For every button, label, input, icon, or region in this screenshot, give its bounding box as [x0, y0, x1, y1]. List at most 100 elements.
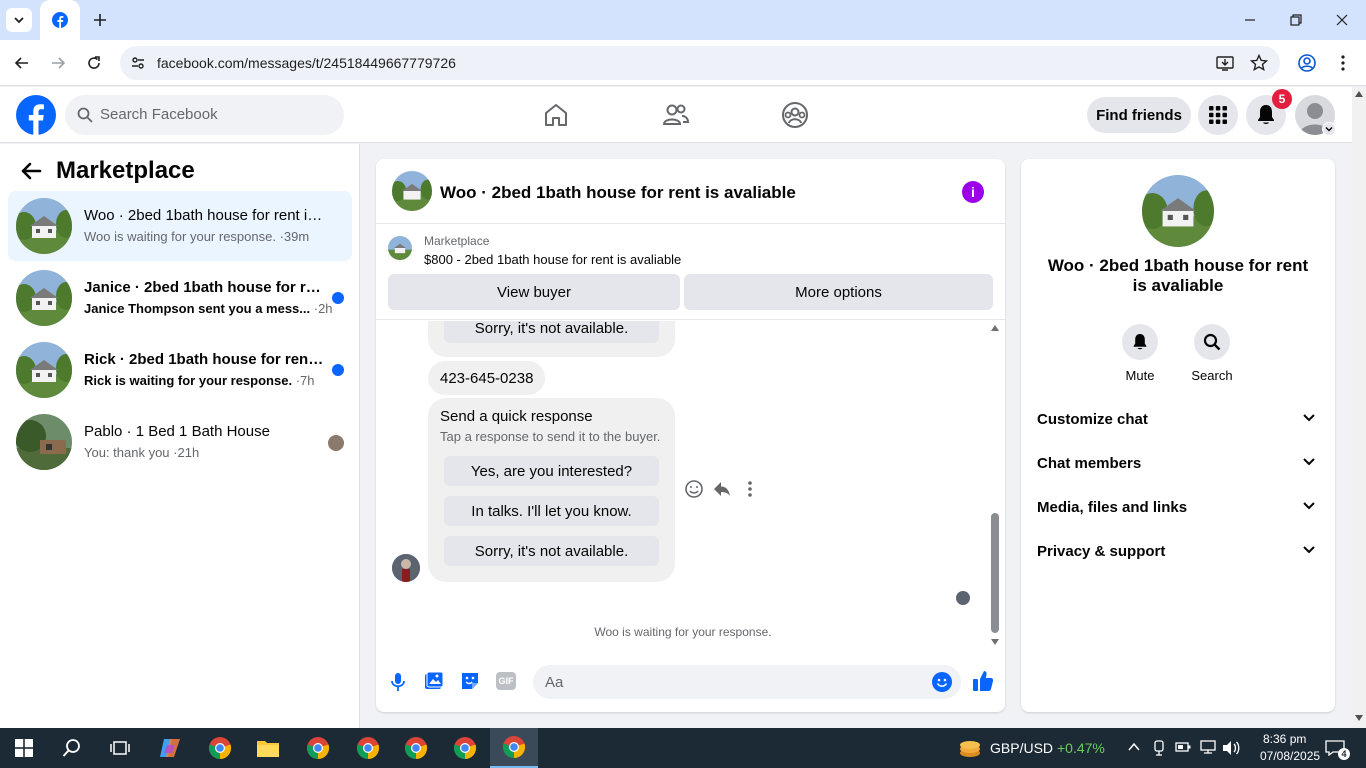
groups-icon: [782, 102, 808, 128]
gif-icon[interactable]: GIF: [496, 672, 516, 690]
site-settings-icon[interactable]: [130, 55, 146, 71]
scroll-up-icon[interactable]: [991, 325, 999, 331]
back-button[interactable]: [8, 49, 36, 77]
chrome-app-1[interactable]: [196, 728, 244, 768]
sender-avatar[interactable]: [392, 554, 420, 582]
nav-groups[interactable]: [779, 99, 811, 131]
volume-icon[interactable]: [1222, 740, 1240, 756]
file-explorer-app[interactable]: [244, 728, 292, 768]
conversation-item-woo[interactable]: Woo · 2bed 1bath house for rent is... Wo…: [8, 191, 352, 261]
chevron-up-icon[interactable]: [1128, 742, 1140, 752]
conversation-item-pablo[interactable]: Pablo · 1 Bed 1 Bath House You: thank yo…: [8, 407, 352, 477]
thumbs-up-icon[interactable]: [972, 670, 994, 692]
chat-scrollbar[interactable]: [988, 321, 1002, 651]
minimize-button[interactable]: [1230, 6, 1270, 34]
install-app-icon[interactable]: [1216, 54, 1234, 72]
preview-time: ·21h: [173, 445, 200, 460]
preview-text: You: thank you: [84, 445, 170, 460]
scroll-down-icon[interactable]: [991, 639, 999, 645]
copilot-app[interactable]: [146, 728, 194, 768]
chat-thumbnail[interactable]: [392, 171, 432, 211]
quick-response-option[interactable]: In talks. I'll let you know.: [444, 496, 659, 526]
new-tab-button[interactable]: [88, 8, 112, 32]
view-buyer-button[interactable]: View buyer: [388, 274, 680, 310]
back-arrow-icon[interactable]: [20, 160, 42, 182]
customize-chat-section[interactable]: Customize chat: [1037, 400, 1319, 440]
search-label: Search: [1191, 368, 1233, 383]
arrow-right-icon: [52, 57, 66, 69]
listing-title[interactable]: $800 - 2bed 1bath house for rent is aval…: [424, 252, 681, 267]
section-label: Chat members: [1037, 455, 1142, 472]
mute-button[interactable]: Mute: [1110, 324, 1170, 383]
start-button[interactable]: [0, 728, 48, 768]
search-conversation-button[interactable]: Search: [1182, 324, 1242, 383]
bookmark-star-icon[interactable]: [1250, 54, 1268, 72]
scroll-down-icon[interactable]: [1355, 715, 1363, 721]
reply-icon[interactable]: [712, 479, 732, 499]
meet-now-icon[interactable]: [1152, 740, 1166, 756]
conversation-item-rick[interactable]: Rick · 2bed 1bath house for rent ... Ric…: [8, 335, 352, 405]
currency-widget-icon[interactable]: [958, 737, 982, 759]
taskbar-search[interactable]: [48, 728, 96, 768]
menu-button[interactable]: [1198, 95, 1238, 135]
listing-label: Marketplace: [424, 234, 490, 248]
listing-thumbnail: [16, 342, 72, 398]
nav-home[interactable]: [540, 99, 572, 131]
info-icon[interactable]: i: [962, 181, 984, 203]
chrome-app-4[interactable]: [392, 728, 440, 768]
forward-button[interactable]: [44, 49, 72, 77]
facebook-logo-icon[interactable]: [16, 95, 56, 135]
react-emoji-icon[interactable]: [684, 479, 704, 499]
address-bar[interactable]: facebook.com/messages/t/2451844966777972…: [120, 46, 1280, 80]
scroll-up-icon[interactable]: [1355, 91, 1363, 97]
browser-menu-icon[interactable]: [1338, 54, 1348, 72]
clock-date[interactable]: 07/08/2025: [1260, 749, 1320, 763]
conversation-item-janice[interactable]: Janice · 2bed 1bath house for ren... Jan…: [8, 263, 352, 333]
microphone-icon[interactable]: [390, 672, 406, 692]
account-menu-toggle[interactable]: [1322, 122, 1336, 136]
battery-icon[interactable]: [1175, 741, 1191, 753]
sticker-icon[interactable]: [460, 671, 480, 691]
facebook-favicon-icon: [52, 12, 68, 28]
quick-response-option[interactable]: Yes, are you interested?: [444, 456, 659, 486]
marketplace-inbox-panel: Marketplace Woo · 2bed 1bath house for r…: [0, 144, 360, 728]
find-friends-button[interactable]: Find friends: [1087, 97, 1191, 133]
more-options-button[interactable]: More options: [684, 274, 993, 310]
nav-friends[interactable]: [660, 99, 692, 131]
message-list: Sorry, it's not available. 423-645-0238 …: [376, 321, 1005, 651]
unread-dot: [332, 292, 344, 304]
message-text: 423-645-0238: [440, 370, 534, 387]
facebook-search-input[interactable]: Search Facebook: [65, 95, 344, 135]
restore-button[interactable]: [1276, 6, 1316, 34]
close-window-button[interactable]: [1322, 6, 1362, 34]
emoji-icon[interactable]: [932, 672, 952, 692]
media-files-links-section[interactable]: Media, files and links: [1037, 488, 1319, 528]
ticker-symbol[interactable]: GBP/USD: [990, 740, 1053, 756]
chrome-app-active[interactable]: [490, 728, 538, 768]
reload-button[interactable]: [80, 49, 108, 77]
scrollbar-thumb[interactable]: [991, 513, 999, 633]
task-view[interactable]: [96, 728, 144, 768]
chrome-app-2[interactable]: [294, 728, 342, 768]
quick-response-option[interactable]: Sorry, it's not available.: [444, 536, 659, 566]
tab-search-button[interactable]: [6, 8, 32, 32]
clock-time[interactable]: 8:36 pm: [1263, 732, 1306, 746]
browser-tab-facebook[interactable]: [40, 0, 80, 40]
page-scrollbar[interactable]: [1352, 87, 1366, 728]
chrome-app-3[interactable]: [344, 728, 392, 768]
quick-response-option[interactable]: Sorry, it's not available.: [444, 321, 659, 343]
more-icon[interactable]: [742, 479, 758, 499]
photo-icon[interactable]: [424, 671, 444, 691]
message-input[interactable]: Aa: [533, 665, 961, 699]
privacy-support-section[interactable]: Privacy & support: [1037, 532, 1319, 572]
copilot-icon: [160, 739, 180, 757]
profile-icon[interactable]: [1298, 54, 1316, 72]
chat-title[interactable]: Woo · 2bed 1bath house for rent is avali…: [440, 183, 796, 203]
panel-title: Marketplace: [56, 157, 195, 184]
chrome-app-5[interactable]: [441, 728, 489, 768]
chat-members-section[interactable]: Chat members: [1037, 444, 1319, 484]
network-icon[interactable]: [1199, 740, 1217, 754]
url-text[interactable]: facebook.com/messages/t/2451844966777972…: [157, 55, 456, 71]
listing-thumbnail: [16, 270, 72, 326]
chevron-down-icon: [1325, 127, 1333, 132]
